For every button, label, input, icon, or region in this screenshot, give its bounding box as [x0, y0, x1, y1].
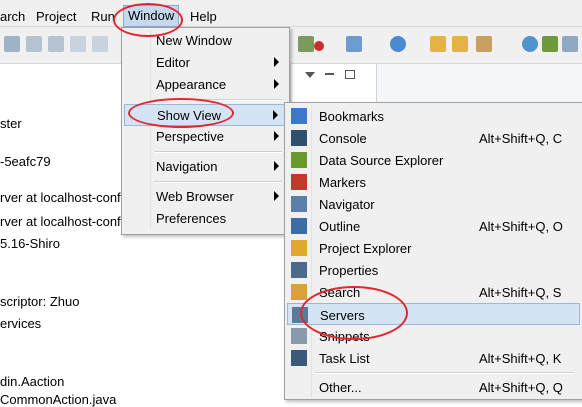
chevron-right-icon: [274, 131, 279, 141]
menu-item-shortcut: Alt+Shift+Q, Q: [479, 380, 563, 395]
chevron-right-icon: [273, 110, 278, 120]
markers-icon: [291, 174, 307, 190]
show-view-submenu: Bookmarks Console Alt+Shift+Q, C Data So…: [284, 102, 582, 400]
tool-icon[interactable]: [542, 36, 558, 52]
menu-item-label: Editor: [156, 55, 190, 70]
task-list-icon: [291, 350, 307, 366]
toolbar: [0, 27, 582, 64]
terminate-icon[interactable]: [48, 36, 64, 52]
open-project-icon[interactable]: [452, 36, 468, 52]
menu-item-shortcut: Alt+Shift+Q, O: [479, 219, 563, 234]
chevron-right-icon: [274, 79, 279, 89]
view-menu-icon[interactable]: [305, 72, 315, 78]
menu-item-editor[interactable]: Editor: [124, 52, 287, 74]
globe-icon[interactable]: [522, 36, 538, 52]
annotation-ellipse-show-view: [128, 98, 234, 128]
search-icon: [291, 284, 307, 300]
maximize-icon[interactable]: [345, 70, 355, 79]
navigator-icon: [291, 196, 307, 212]
external-tools-icon[interactable]: [390, 36, 406, 52]
menu-item-label: Markers: [319, 175, 366, 190]
menu-help[interactable]: Help: [190, 0, 217, 26]
tree-item[interactable]: ervices: [0, 316, 41, 331]
debug-icon[interactable]: [298, 36, 314, 52]
menu-item-properties[interactable]: Properties: [287, 259, 580, 281]
menu-item-label: Navigation: [156, 159, 218, 174]
minimize-icon[interactable]: [325, 73, 334, 75]
window-menu: New Window Editor Appearance Show View P…: [121, 27, 290, 235]
menu-search[interactable]: arch: [0, 0, 25, 26]
menu-item-perspective[interactable]: Perspective: [124, 126, 287, 148]
menu-separator: [154, 181, 282, 183]
step-into-icon[interactable]: [92, 36, 108, 52]
console-icon: [291, 130, 307, 146]
tree-item[interactable]: din.Aaction: [0, 374, 64, 389]
tree-item[interactable]: rver at localhost-conf: [0, 190, 121, 205]
menu-separator: [315, 372, 575, 374]
menu-item-label: Other...: [319, 380, 362, 395]
menu-item-label: Bookmarks: [319, 109, 385, 124]
tree-item[interactable]: scriptor: Zhuo: [0, 294, 79, 309]
menu-item-label: Properties: [319, 263, 379, 278]
menu-item-markers[interactable]: Markers: [287, 171, 580, 193]
new-server-icon[interactable]: [346, 36, 362, 52]
menu-item-navigation[interactable]: Navigation: [124, 156, 287, 178]
menu-item-label: Web Browser: [156, 189, 234, 204]
menu-item-label: New Window: [156, 33, 232, 48]
more-icon[interactable]: [562, 36, 578, 52]
menu-item-label: Navigator: [319, 197, 375, 212]
menu-item-label: Outline: [319, 219, 361, 234]
chevron-right-icon: [274, 161, 279, 171]
resume-icon[interactable]: [4, 36, 20, 52]
tree-item[interactable]: ster: [0, 116, 22, 131]
menu-item-console[interactable]: Console Alt+Shift+Q, C: [287, 127, 580, 149]
menu-item-other[interactable]: Other... Alt+Shift+Q, Q: [287, 376, 580, 398]
menu-item-label: Data Source Explorer: [319, 153, 444, 168]
menu-item-appearance[interactable]: Appearance: [124, 74, 287, 96]
outline-icon: [291, 218, 307, 234]
tree-item[interactable]: rver at localhost-conf: [0, 214, 121, 229]
menu-item-label: Project Explorer: [319, 241, 412, 256]
menu-bar: arch Project Run Window Help: [0, 0, 582, 27]
annotation-ellipse-servers: [300, 286, 408, 340]
open-folder-icon[interactable]: [430, 36, 446, 52]
side-panel: [376, 64, 582, 104]
menu-item-outline[interactable]: Outline Alt+Shift+Q, O: [287, 215, 580, 237]
tree-item[interactable]: -5eafc79: [0, 154, 51, 169]
menu-item-label: Appearance: [156, 77, 227, 92]
menu-item-shortcut: Alt+Shift+Q, C: [479, 131, 563, 146]
menu-run[interactable]: Run: [91, 0, 115, 26]
menu-item-bookmarks[interactable]: Bookmarks: [287, 105, 580, 127]
menu-item-preferences[interactable]: Preferences: [124, 208, 287, 230]
menu-item-task-list[interactable]: Task List Alt+Shift+Q, K: [287, 347, 580, 369]
menu-separator: [154, 151, 282, 153]
annotation-ellipse-window: [113, 3, 183, 37]
menu-item-navigator[interactable]: Navigator: [287, 193, 580, 215]
menu-item-shortcut: Alt+Shift+Q, S: [479, 285, 562, 300]
stop-server-icon[interactable]: [314, 41, 324, 51]
chevron-right-icon: [274, 57, 279, 67]
menu-item-label: Task List: [319, 351, 370, 366]
edit-icon[interactable]: [476, 36, 492, 52]
disconnect-icon[interactable]: [70, 36, 86, 52]
chevron-right-icon: [274, 191, 279, 201]
menu-item-shortcut: Alt+Shift+Q, K: [479, 351, 562, 366]
bookmark-icon: [291, 108, 307, 124]
menu-project[interactable]: Project: [36, 0, 76, 26]
properties-icon: [291, 262, 307, 278]
view-panel: [290, 64, 377, 104]
menu-item-web-browser[interactable]: Web Browser: [124, 186, 287, 208]
project-explorer-icon: [291, 240, 307, 256]
menu-item-data-source-explorer[interactable]: Data Source Explorer: [287, 149, 580, 171]
tree-item[interactable]: 5.16-Shiro: [0, 236, 60, 251]
suspend-icon[interactable]: [26, 36, 42, 52]
menu-item-label: Console: [319, 131, 367, 146]
menu-item-label: Preferences: [156, 211, 227, 226]
snippets-icon: [291, 328, 307, 344]
database-icon: [291, 152, 307, 168]
menu-item-project-explorer[interactable]: Project Explorer: [287, 237, 580, 259]
tree-item[interactable]: CommonAction.java: [0, 392, 116, 407]
menu-item-label: Perspective: [156, 129, 224, 144]
